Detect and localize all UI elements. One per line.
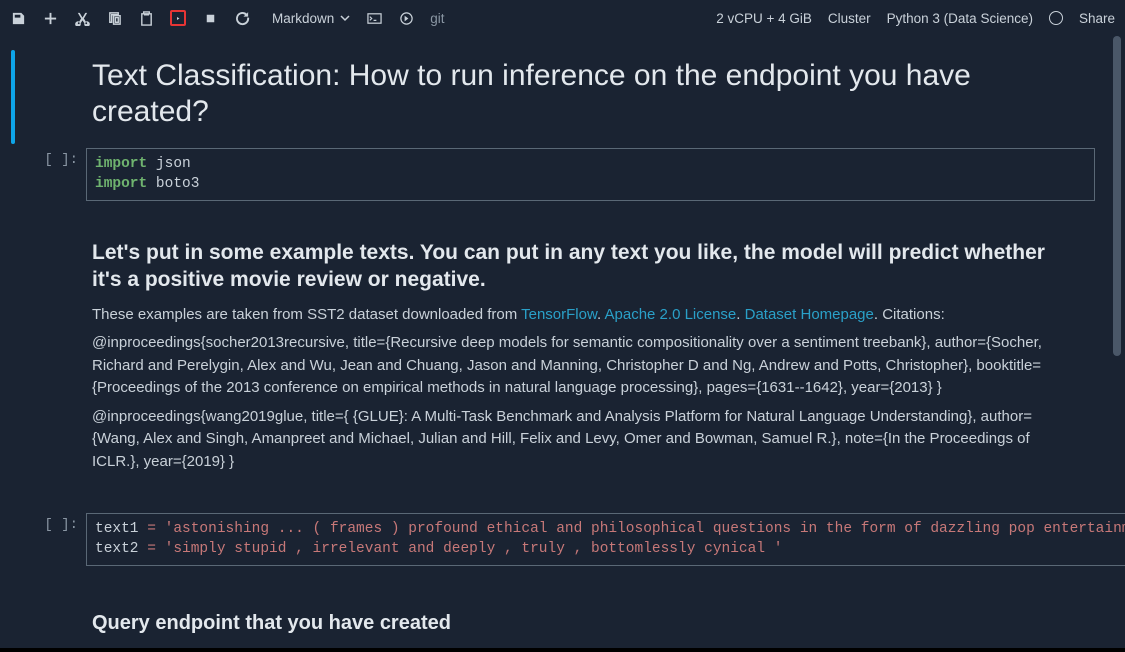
kernel-label[interactable]: Python 3 (Data Science) [887, 11, 1033, 26]
terminal-icon[interactable] [366, 10, 382, 26]
kernel-status-icon[interactable] [1049, 11, 1063, 25]
markdown-content: Query endpoint that you have created Not… [86, 596, 1125, 646]
markdown-content: Text Classification: How to run inferenc… [86, 50, 1125, 144]
dataset-homepage-link[interactable]: Dataset Homepage [745, 306, 874, 323]
scrollbar-thumb[interactable] [1113, 36, 1121, 356]
stop-icon[interactable] [202, 10, 218, 26]
toolbar-right: 2 vCPU + 4 GiB Cluster Python 3 (Data Sc… [716, 11, 1115, 26]
section-heading: Query endpoint that you have created [92, 612, 1065, 635]
citation-2: @inproceedings{wang2019glue, title={ {GL… [92, 406, 1065, 474]
cut-icon[interactable] [74, 10, 90, 26]
git-label[interactable]: git [430, 11, 444, 26]
share-button[interactable]: Share [1079, 11, 1115, 26]
cell-gutter [0, 50, 26, 144]
cell-prompt: [ ]: [26, 513, 86, 566]
chevron-down-icon [340, 13, 350, 23]
markdown-cell[interactable]: Text Classification: How to run inferenc… [0, 50, 1125, 144]
code-input[interactable]: text1 = 'astonishing ... ( frames ) prof… [86, 513, 1125, 566]
scrollbar-track[interactable] [1111, 36, 1121, 648]
tensorflow-link[interactable]: TensorFlow [521, 306, 597, 323]
resources-label[interactable]: 2 vCPU + 4 GiB [716, 11, 812, 26]
code-input[interactable]: import json import boto3 [86, 148, 1095, 201]
cluster-label[interactable]: Cluster [828, 11, 871, 26]
copy-icon[interactable] [106, 10, 122, 26]
cell-type-selector[interactable]: Markdown [272, 11, 350, 26]
license-link[interactable]: Apache 2.0 License [605, 306, 737, 323]
citation-1: @inproceedings{socher2013recursive, titl… [92, 332, 1065, 400]
save-icon[interactable] [10, 10, 26, 26]
section-heading: Let's put in some example texts. You can… [92, 239, 1065, 294]
active-indicator [11, 50, 15, 144]
note-paragraph: Note: Backend scripts and the notebooks … [92, 645, 1065, 646]
toolbar-left: Markdown git [10, 10, 445, 26]
paste-icon[interactable] [138, 10, 154, 26]
markdown-content: Let's put in some example texts. You can… [86, 231, 1125, 487]
run-icon[interactable] [170, 10, 186, 26]
code-cell[interactable]: [ ]: text1 = 'astonishing ... ( frames )… [0, 513, 1125, 566]
fast-forward-icon[interactable] [398, 10, 414, 26]
cell-prompt [26, 50, 86, 144]
restart-icon[interactable] [234, 10, 250, 26]
code-cell[interactable]: [ ]: import json import boto3 [0, 148, 1125, 201]
cell-type-label: Markdown [272, 11, 334, 26]
notebook-title: Text Classification: How to run inferenc… [92, 58, 1065, 130]
markdown-cell[interactable]: Query endpoint that you have created Not… [0, 596, 1125, 646]
cell-prompt: [ ]: [26, 148, 86, 201]
bottom-border [0, 648, 1125, 652]
add-cell-icon[interactable] [42, 10, 58, 26]
dataset-paragraph: These examples are taken from SST2 datas… [92, 304, 1065, 327]
notebook-area: Text Classification: How to run inferenc… [0, 36, 1125, 646]
markdown-cell[interactable]: Let's put in some example texts. You can… [0, 231, 1125, 487]
toolbar: Markdown git 2 vCPU + 4 GiB Cluster Pyth… [0, 0, 1125, 36]
